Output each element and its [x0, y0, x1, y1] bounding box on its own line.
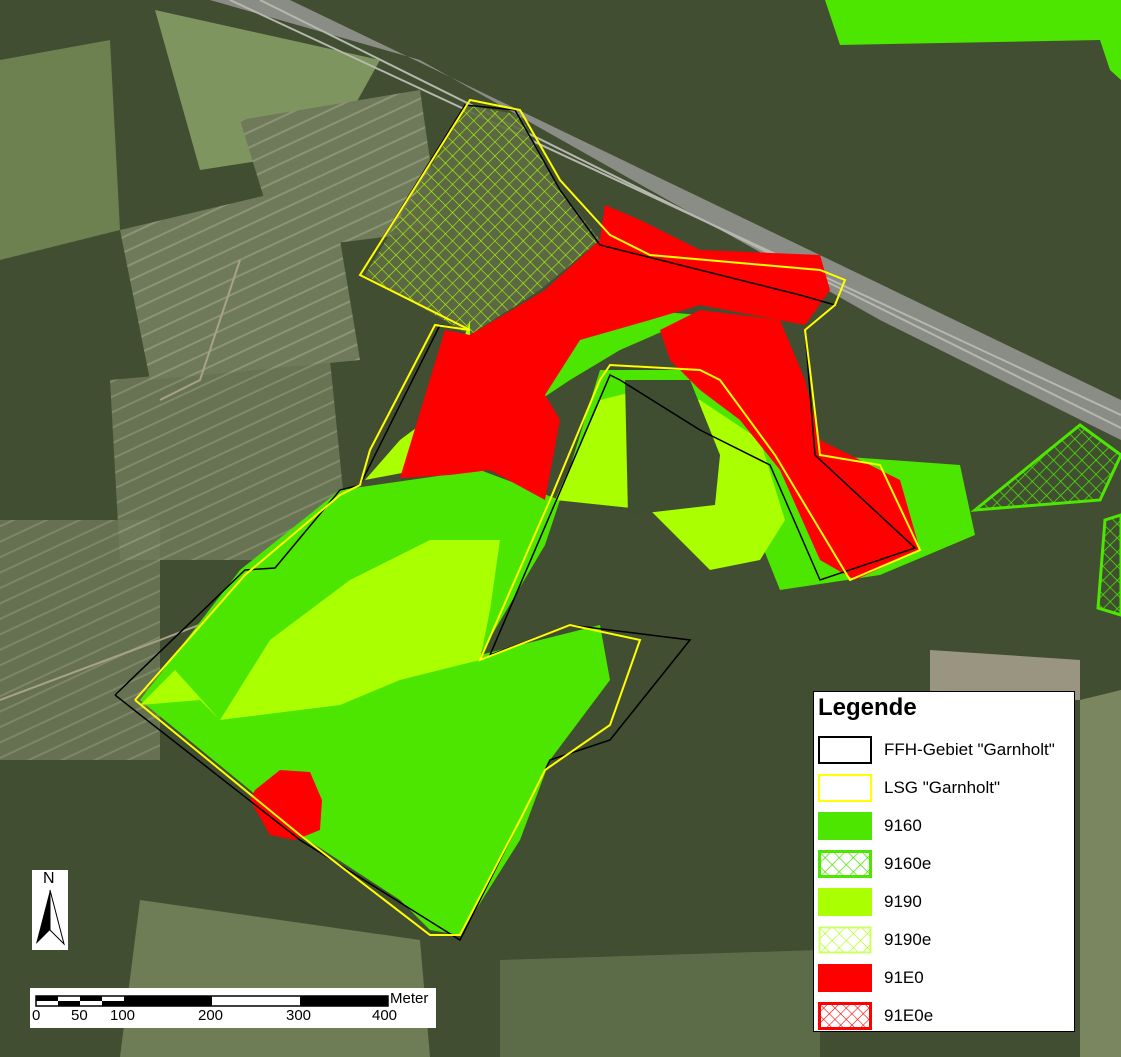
legend-item-9160e: 9160e: [818, 850, 1076, 880]
legend-label-91E0e: 91E0e: [884, 1006, 934, 1025]
legend-swatch-9160: [818, 812, 872, 840]
scale-tick-100: 100: [110, 1007, 136, 1024]
legend-label-lsg: LSG "Garnholt": [884, 778, 1001, 797]
legend-title: Legende: [818, 694, 917, 721]
scale-tick-400: 400: [372, 1007, 398, 1024]
scale-tick-200: 200: [198, 1007, 224, 1024]
north-arrow-icon: [36, 889, 65, 946]
legend-item-9190: 9190: [818, 888, 1076, 918]
scale-tick-50: 50: [71, 1007, 88, 1024]
legend-label-ffh: FFH-Gebiet "Garnholt": [884, 740, 1055, 759]
legend-swatch-91E0e: [818, 1002, 872, 1030]
legend-swatch-9190: [818, 888, 872, 916]
scale-unit: Meter: [390, 990, 429, 1007]
legend-label-91E0: 91E0: [884, 968, 924, 987]
north-arrow: N: [32, 870, 68, 950]
legend-item-lsg: LSG "Garnholt": [818, 774, 1076, 804]
legend-swatch-lsg: [818, 774, 872, 802]
legend-swatch-ffh: [818, 736, 872, 764]
legend-label-9160: 9160: [884, 816, 922, 835]
legend-item-91E0e: 91E0e: [818, 1002, 1076, 1032]
legend-item-9190e: 9190e: [818, 926, 1076, 956]
legend-label-9160e: 9160e: [884, 854, 932, 873]
legend-label-9190: 9190: [884, 892, 922, 911]
legend-label-9190e: 9190e: [884, 930, 932, 949]
scale-tick-300: 300: [286, 1007, 312, 1024]
legend-item-9160: 9160: [818, 812, 1076, 842]
legend-swatch-9160e: [818, 850, 872, 878]
legend-item-91E0: 91E0: [818, 964, 1076, 994]
legend-swatch-9190e: [818, 926, 872, 954]
scale-tick-0: 0: [32, 1007, 41, 1024]
map-legend: Legende FFH-Gebiet "Garnholt" LSG "Garnh…: [813, 691, 1075, 1032]
legend-swatch-91E0: [818, 964, 872, 992]
scale-bar: Meter 0 50 100 200 300 400: [30, 988, 436, 1028]
legend-item-ffh: FFH-Gebiet "Garnholt": [818, 736, 1076, 766]
